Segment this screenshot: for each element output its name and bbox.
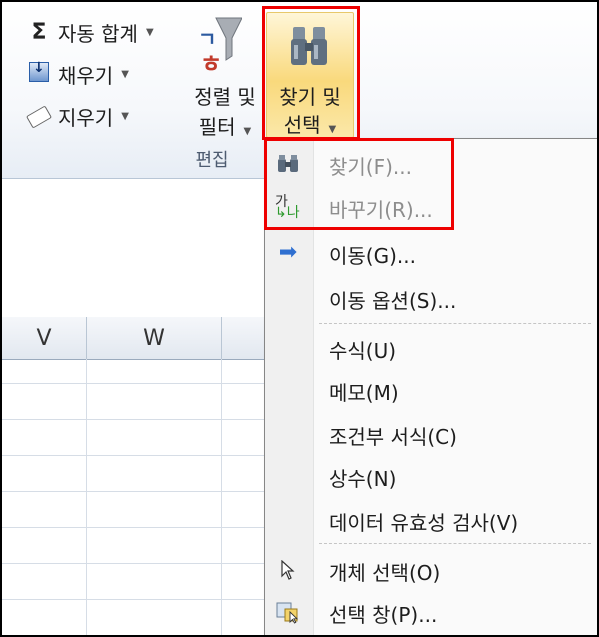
highlight-box-find-replace bbox=[264, 138, 454, 230]
menu-item-formulas[interactable]: 수식(U) bbox=[265, 329, 597, 369]
grid-line bbox=[2, 419, 264, 420]
arrow-right-icon: ➡ bbox=[278, 240, 298, 265]
clear-label: 지우기 bbox=[58, 106, 114, 130]
sort-filter-label-line2: 필터 bbox=[198, 115, 236, 139]
svg-text:ㅎ: ㅎ bbox=[200, 50, 222, 76]
highlight-box-find-select bbox=[262, 6, 360, 140]
menu-item-conditional-formatting[interactable]: 조건부 서식(C) bbox=[265, 415, 597, 455]
chevron-down-icon: ▼ bbox=[243, 126, 252, 137]
eraser-icon bbox=[25, 104, 53, 129]
menu-item-select-objects[interactable]: 개체 선택(O) bbox=[265, 551, 597, 591]
menu-item-goto[interactable]: ➡ 이동(G)... bbox=[265, 234, 597, 274]
menu-separator bbox=[319, 323, 591, 324]
menu-item-label: 개체 선택(O) bbox=[329, 561, 441, 585]
menu-item-selection-pane[interactable]: 선택 창(P)... bbox=[265, 593, 597, 633]
grid-line bbox=[86, 359, 87, 635]
grid-line bbox=[2, 599, 264, 600]
grid-line bbox=[2, 563, 264, 564]
grid-line bbox=[2, 455, 264, 456]
svg-text:ㄱ: ㄱ bbox=[198, 27, 216, 51]
autosum-label: 자동 합계 bbox=[58, 22, 138, 46]
menu-item-data-validation[interactable]: 데이터 유효성 검사(V) bbox=[265, 501, 597, 541]
menu-item-comments[interactable]: 메모(M) bbox=[265, 371, 597, 411]
sort-filter-icon: ㄱ ㅎ bbox=[198, 17, 242, 76]
grid-line bbox=[2, 491, 264, 492]
chevron-down-icon: ▼ bbox=[145, 27, 154, 38]
selection-pane-icon bbox=[275, 602, 301, 624]
sort-filter-button[interactable]: ㄱ ㅎ 정렬 및 필터 ▼ bbox=[186, 12, 264, 142]
fill-button[interactable]: 채우기 ▼ bbox=[28, 60, 129, 89]
menu-item-goto-special[interactable]: 이동 옵션(S)... bbox=[265, 279, 597, 319]
fill-down-icon bbox=[28, 60, 50, 87]
menu-item-label: 상수(N) bbox=[329, 467, 397, 491]
column-header-w[interactable]: W bbox=[87, 317, 222, 360]
column-header-next[interactable] bbox=[222, 317, 265, 360]
sort-filter-label-line1: 정렬 및 bbox=[194, 85, 256, 109]
menu-item-label: 이동(G)... bbox=[329, 244, 416, 268]
sigma-icon: Σ bbox=[31, 20, 47, 45]
grid-line bbox=[221, 359, 222, 635]
menu-item-label: 메모(M) bbox=[329, 381, 399, 405]
autosum-button[interactable]: Σ 자동 합계 ▼ bbox=[28, 18, 154, 47]
grid-line bbox=[2, 383, 264, 384]
menu-item-label: 조건부 서식(C) bbox=[329, 425, 457, 449]
menu-item-label: 데이터 유효성 검사(V) bbox=[329, 511, 519, 535]
screenshot-frame: Σ 자동 합계 ▼ 채우기 ▼ 지우기 ▼ ㄱ ㅎ 정렬 및 필터 ▼ bbox=[0, 0, 599, 637]
column-header-v[interactable]: V bbox=[2, 317, 87, 360]
fill-label: 채우기 bbox=[58, 64, 114, 88]
menu-item-constants[interactable]: 상수(N) bbox=[265, 457, 597, 497]
clear-button[interactable]: 지우기 ▼ bbox=[25, 102, 129, 131]
grid-line bbox=[2, 527, 264, 528]
sort-filter-label: 정렬 및 필터 ▼ bbox=[186, 82, 264, 147]
menu-separator bbox=[319, 543, 591, 544]
menu-item-label: 수식(U) bbox=[329, 339, 397, 363]
chevron-down-icon: ▼ bbox=[121, 69, 129, 80]
cursor-icon bbox=[275, 559, 301, 582]
menu-item-label: 이동 옵션(S)... bbox=[329, 289, 457, 313]
chevron-down-icon: ▼ bbox=[121, 111, 129, 122]
menu-item-label: 선택 창(P)... bbox=[329, 603, 438, 627]
